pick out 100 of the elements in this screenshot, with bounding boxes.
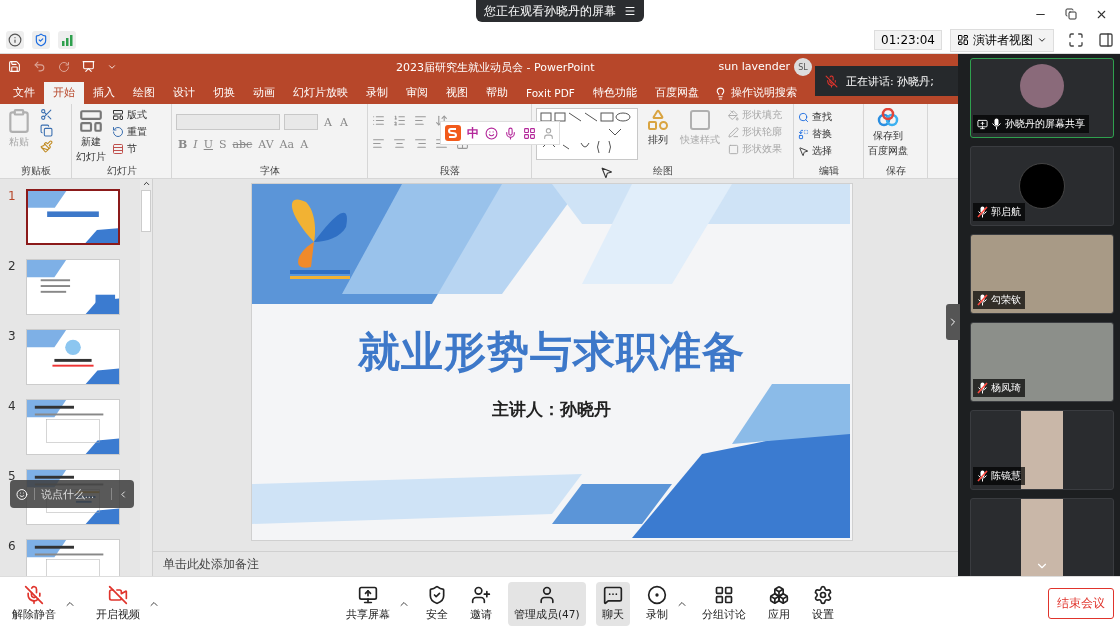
shrink-font-button[interactable]: A (337, 115, 350, 129)
toolbar-button[interactable]: 应用 (761, 581, 796, 626)
ribbon-tab[interactable]: 特色功能 (583, 82, 646, 104)
save-to-cloud-label[interactable]: 百度网盘 (868, 144, 908, 158)
ribbon-tab[interactable]: 切换 (204, 82, 244, 104)
align-center-icon[interactable] (393, 137, 406, 150)
ribbon-tab[interactable]: 帮助 (477, 82, 517, 104)
emoji-icon[interactable] (16, 486, 28, 502)
section-icon (112, 143, 124, 155)
chat-field[interactable]: 说点什么... (10, 480, 134, 508)
square-icon (688, 108, 712, 132)
user-icon[interactable] (542, 126, 555, 140)
layout-button[interactable]: 版式 (112, 108, 147, 122)
ribbon-tab[interactable]: 视图 (437, 82, 477, 104)
section-button[interactable]: 节 (112, 142, 147, 156)
ribbon-tab[interactable]: 开始 (44, 82, 84, 104)
undo-icon[interactable] (33, 60, 46, 73)
scrollbar[interactable] (140, 179, 152, 576)
ribbon-tab[interactable]: 幻灯片放映 (284, 82, 357, 104)
slideshow-icon[interactable] (82, 60, 95, 73)
slide-number: 2 (8, 259, 17, 275)
menu-icon[interactable] (624, 5, 636, 17)
sidebar-icon[interactable] (1098, 32, 1114, 49)
align-right-icon[interactable] (414, 137, 427, 150)
find-button[interactable]: 查找 (798, 110, 859, 124)
mic-icon[interactable] (504, 126, 517, 140)
select-button[interactable]: 选择 (798, 144, 859, 158)
toolbar-button[interactable]: 开启视频 (90, 581, 146, 626)
format-button[interactable]: B (176, 138, 190, 151)
align-left-icon[interactable] (372, 137, 385, 150)
redo-icon[interactable] (58, 60, 70, 73)
ime-mode[interactable]: 中 (467, 124, 479, 142)
numbering-icon[interactable] (393, 114, 406, 127)
format-button[interactable]: A (298, 138, 311, 151)
indent-icon[interactable] (414, 114, 427, 127)
ribbon-tab[interactable]: 设计 (164, 82, 204, 104)
security-button[interactable] (32, 31, 50, 50)
ribbon-tab[interactable]: 录制 (357, 82, 397, 104)
ribbon-tab[interactable]: 插入 (84, 82, 124, 104)
view-dropdown[interactable]: 演讲者视图 (950, 28, 1054, 52)
chat-input[interactable]: 说点什么... (33, 488, 112, 500)
brush-icon[interactable] (40, 140, 53, 153)
reset-button[interactable]: 重置 (112, 125, 147, 139)
scroll-up-icon[interactable] (141, 179, 151, 188)
square-icon (728, 143, 739, 155)
toolbar-button[interactable]: 管理成员(47) (508, 581, 586, 626)
ribbon-tab[interactable]: 百度网盘 (645, 82, 708, 104)
slide-thumbnail[interactable] (26, 189, 120, 245)
new-slide-label[interactable]: 新建 (81, 135, 101, 149)
format-button[interactable]: S (216, 138, 229, 151)
restore-icon[interactable] (1065, 8, 1077, 20)
toolbar-button[interactable]: 安全 (420, 581, 454, 626)
bullets-icon[interactable] (372, 114, 385, 127)
ribbon-tab[interactable]: 文件 (4, 82, 44, 104)
cloud-rings-icon[interactable] (876, 108, 900, 128)
group-title: 字体 (259, 164, 280, 178)
arrange-button[interactable]: 排列 (644, 108, 672, 164)
toolbar-button[interactable]: 解除静音 (6, 581, 62, 626)
save-to-cloud-label[interactable]: 保存到 (873, 129, 903, 143)
toolbar-button[interactable]: 录制 (639, 581, 674, 626)
scissors-icon[interactable] (40, 108, 53, 121)
ribbon-tab[interactable]: 绘图 (124, 82, 164, 104)
presenter-name: 主讲人：孙晓丹 (492, 398, 611, 421)
toolbar-button[interactable]: 共享屏幕 (340, 581, 396, 626)
screen-share-icon (358, 585, 378, 605)
layout-icon (957, 34, 969, 47)
info-button[interactable] (6, 31, 24, 50)
close-icon[interactable] (1095, 8, 1108, 21)
avatar-circle (1020, 64, 1064, 108)
scroll-thumb[interactable] (141, 190, 151, 232)
copy-icon[interactable] (40, 124, 53, 137)
ribbon-tab[interactable]: 动画 (244, 82, 284, 104)
panel-toggle-button[interactable] (946, 304, 960, 340)
format-button[interactable]: abc (230, 138, 255, 151)
format-button[interactable]: I (191, 138, 200, 151)
tell-me-search[interactable]: 操作说明搜索 (730, 86, 797, 100)
fullscreen-icon[interactable] (1068, 32, 1084, 49)
new-slide-label[interactable]: 幻灯片 (76, 150, 106, 164)
ribbon-tab[interactable]: Foxit PDF (517, 82, 584, 104)
keyboard-icon[interactable] (523, 126, 536, 140)
notes-field[interactable]: 单击此处添加备注 (153, 551, 958, 576)
replace-button[interactable]: 替换 (798, 127, 859, 141)
toolbar-button[interactable]: 分组讨论 (695, 581, 752, 626)
emoji-icon[interactable] (485, 126, 498, 140)
toolbar-button[interactable]: 设置 (805, 581, 840, 626)
format-button[interactable]: Aa (277, 138, 297, 151)
end-meeting-button[interactable]: 结束会议 (1048, 588, 1114, 619)
format-button[interactable]: U (201, 138, 215, 151)
format-button[interactable]: AV (256, 138, 276, 151)
ribbon-tab[interactable]: 审阅 (397, 82, 437, 104)
toolbar-button[interactable]: 聊天 (595, 581, 630, 626)
toolbar-button[interactable]: 邀请 (464, 581, 498, 626)
apps-icon (768, 585, 789, 605)
grow-font-button[interactable]: A (322, 115, 334, 129)
save-icon[interactable] (8, 60, 21, 73)
banner-text: 您正在观看孙晓丹的屏幕 (484, 2, 616, 20)
slide-number: 4 (8, 399, 17, 415)
signal-button[interactable] (58, 31, 76, 50)
new-slide-icon[interactable] (78, 108, 104, 134)
search-icon (798, 111, 809, 123)
